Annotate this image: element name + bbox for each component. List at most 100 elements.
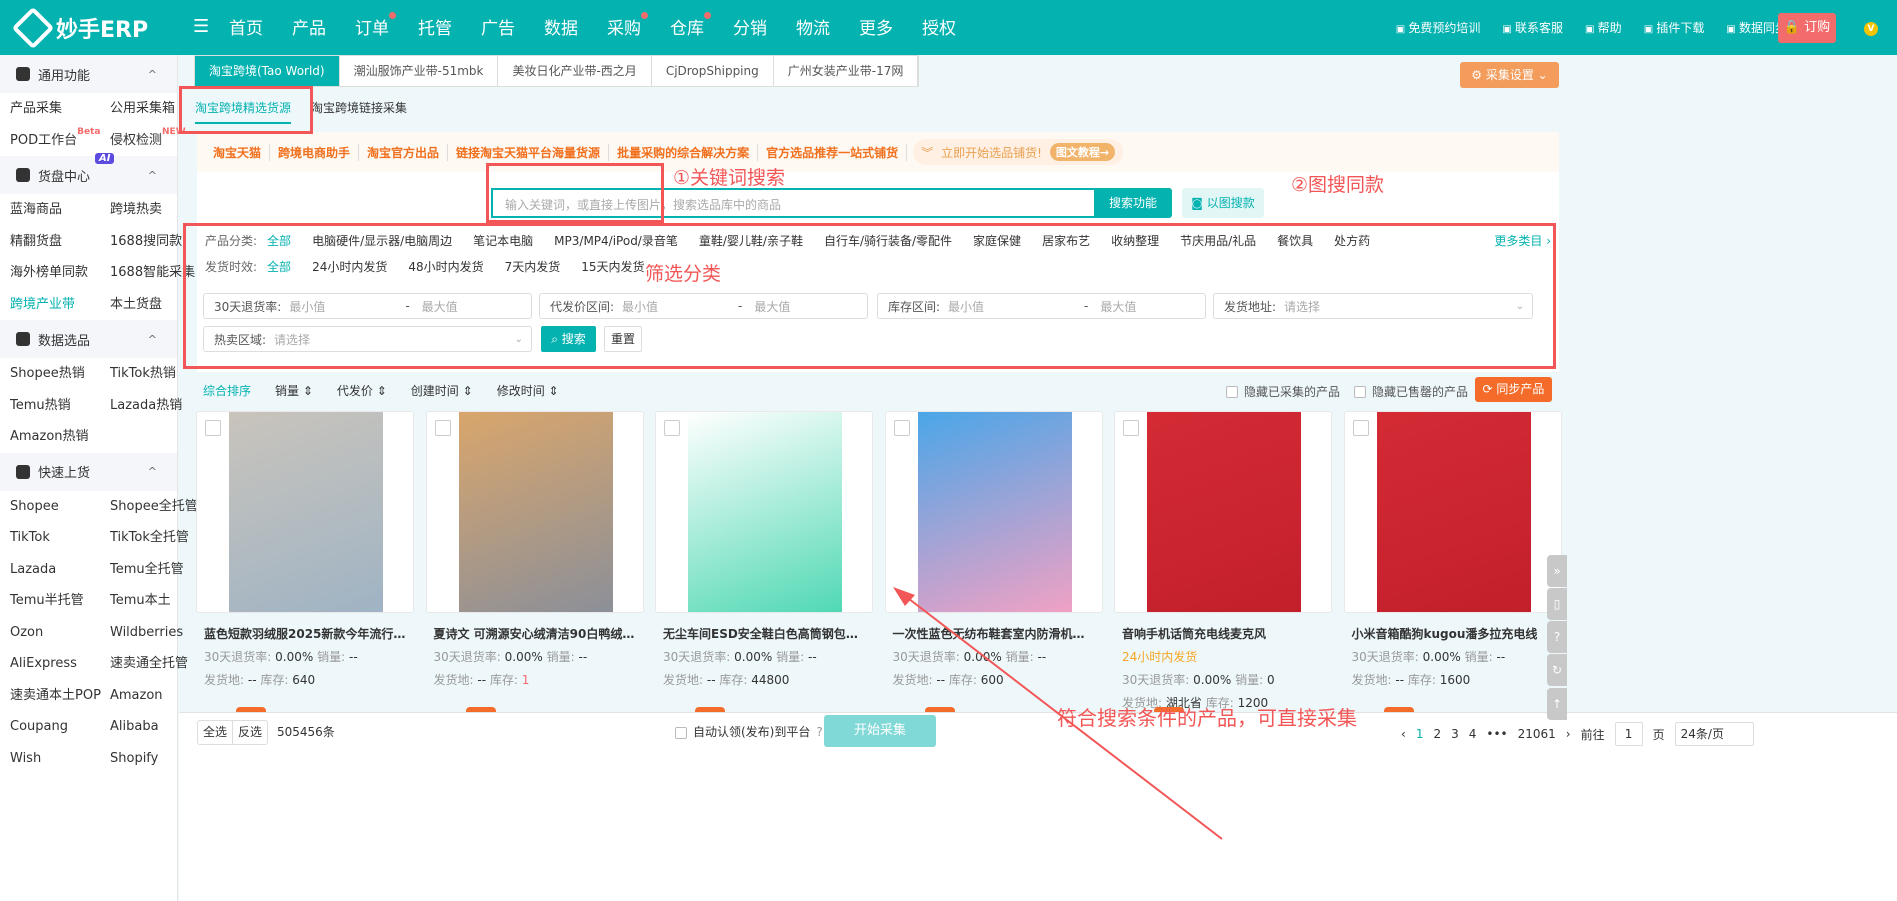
tutorial-button[interactable]: 图文教程→ <box>1049 143 1116 161</box>
page-link[interactable]: 2 <box>1433 727 1441 741</box>
sidebar-item[interactable]: Temu半托管 <box>10 585 110 617</box>
page-link[interactable]: 21061 <box>1518 727 1556 741</box>
collapse-icon[interactable]: » <box>1547 555 1567 587</box>
product-checkbox[interactable] <box>893 420 910 436</box>
nav-item[interactable]: 订单 <box>355 12 418 39</box>
tab[interactable]: 淘宝跨境(Tao World) <box>195 56 340 86</box>
product-title[interactable]: 蓝色短款羽绒服2025新款今年流行爆款... <box>196 625 414 642</box>
sidebar-item[interactable]: Temu全托管 <box>110 554 188 586</box>
page-link[interactable]: ••• <box>1486 727 1507 741</box>
product-checkbox[interactable] <box>1352 420 1369 436</box>
nav-item[interactable]: 广告 <box>481 14 544 39</box>
image-search-button[interactable]: ◙ 以图搜款 <box>1182 188 1264 218</box>
page-input[interactable]: 1 <box>1614 722 1643 746</box>
sidebar-item[interactable]: Shopify <box>110 743 188 775</box>
nav-item[interactable]: 授权 <box>922 14 985 39</box>
hide-soldout-checkbox[interactable]: 隐藏已售罄的产品 <box>1354 383 1468 400</box>
promo-cta[interactable]: ︾ 立即开始选品铺货! 图文教程→ <box>913 139 1124 165</box>
sidebar-item[interactable]: 跨境热卖 <box>110 194 188 226</box>
sidebar-item[interactable]: Amazon热销 <box>10 421 110 453</box>
invert-selection-button[interactable]: 反选 <box>233 721 267 744</box>
sidebar-item[interactable]: Shopee <box>10 491 110 523</box>
sort-option[interactable]: 综合排序 <box>203 382 251 399</box>
sidebar-item[interactable]: 速卖通本土POP <box>10 680 110 712</box>
sidebar-item[interactable]: Lazada <box>10 554 110 586</box>
refresh-icon[interactable]: ↻ <box>1547 654 1567 686</box>
product-card[interactable]: 小米音箱酷狗kugou潘多拉充电线 30天退货率: 0.00% 销量: -- 发货地… <box>1343 411 1562 715</box>
chevron-up-icon[interactable]: ^ <box>148 465 157 478</box>
sidebar-item[interactable]: Lazada热销 <box>110 390 188 422</box>
sidebar-item[interactable]: 1688智能采集 <box>110 257 195 289</box>
nav-item[interactable]: 产品 <box>292 14 355 39</box>
sidebar-item[interactable]: 速卖通全托管 <box>110 648 188 680</box>
product-title[interactable]: 音响手机话筒充电线麦克风 <box>1114 625 1332 642</box>
sync-products-button[interactable]: ⟳ 同步产品 <box>1475 377 1552 402</box>
sidebar-item[interactable]: 蓝海商品 <box>10 194 110 226</box>
product-image[interactable] <box>884 411 1103 613</box>
subscribe-button[interactable]: 🔒 订购 <box>1778 13 1836 43</box>
auto-claim-checkbox[interactable]: 自动认领(发布)到平台? <box>675 720 823 745</box>
nav-item[interactable]: 分销 <box>733 14 796 39</box>
chevron-up-icon[interactable]: ^ <box>148 169 157 182</box>
sidebar-item[interactable]: Shopee全托管 <box>110 491 198 523</box>
sidebar-item[interactable]: TikTok <box>10 522 110 554</box>
product-checkbox[interactable] <box>1123 420 1139 436</box>
sidebar-item[interactable]: Alibaba <box>110 711 188 743</box>
sidebar-item[interactable]: Wildberries <box>110 617 188 649</box>
header-link[interactable]: 免费预约培训 <box>1396 19 1480 36</box>
product-title[interactable]: 夏诗文 可溯源安心绒清洁90白鸭绒狐狸... <box>426 625 644 642</box>
sidebar-item[interactable]: 精翻货盘 <box>10 226 110 258</box>
product-card[interactable]: 一次性蓝色无纺布鞋套室内防滑机房成... 30天退货率: 0.00% 销量: --… <box>884 411 1103 715</box>
start-collect-button[interactable]: 开始采集 <box>824 715 936 747</box>
sidebar-item[interactable]: TikTok热销 <box>110 358 188 390</box>
page-link[interactable]: 3 <box>1451 727 1459 741</box>
product-card[interactable]: 夏诗文 可溯源安心绒清洁90白鸭绒狐狸... 30天退货率: 0.00% 销量: … <box>425 411 644 715</box>
product-title[interactable]: 无尘车间ESD安全鞋白色高筒钢包头防... <box>655 625 873 642</box>
sidebar-item[interactable]: POD工作台 Beta <box>10 125 110 157</box>
product-card[interactable]: 无尘车间ESD安全鞋白色高筒钢包头防... 30天退货率: 0.00% 销量: -… <box>655 411 873 715</box>
sidebar-item[interactable]: 海外榜单同款 <box>10 257 110 289</box>
sidebar-item[interactable]: 1688搜同款 <box>110 226 188 258</box>
sidebar-item[interactable]: TikTok全托管 <box>110 522 189 554</box>
back-to-top-icon[interactable]: ↑ <box>1547 688 1567 720</box>
sub-tab[interactable]: 淘宝跨境链接采集 <box>311 99 407 124</box>
avatar[interactable]: V <box>1864 22 1878 36</box>
nav-item[interactable]: 托管 <box>418 14 481 39</box>
logo[interactable]: 妙手ERP <box>11 6 148 50</box>
product-checkbox[interactable] <box>664 420 680 436</box>
header-link[interactable]: 联系客服 <box>1502 19 1563 36</box>
nav-item[interactable]: 数据 <box>544 14 607 39</box>
chevron-up-icon[interactable]: ^ <box>148 333 157 346</box>
product-card[interactable]: 蓝色短款羽绒服2025新款今年流行爆款... 30天退货率: 0.00% 销量: … <box>196 411 414 715</box>
product-card[interactable]: 音响手机话筒充电线麦克风 24小时内发货 30天退货率: 0.00% 销量: 0 发货… <box>1114 411 1332 715</box>
product-title[interactable]: 小米音箱酷狗kugou潘多拉充电线 <box>1344 625 1562 642</box>
sort-option[interactable]: 修改时间 ⇕ <box>497 382 559 399</box>
sidebar-item[interactable]: Temu热销 <box>10 390 110 422</box>
page-link[interactable]: 1 <box>1416 727 1424 741</box>
product-image[interactable] <box>196 411 414 613</box>
sidebar-section-header[interactable]: 货盘中心 AI ^ <box>0 153 177 194</box>
sort-option[interactable]: 销量 ⇕ <box>275 382 313 399</box>
search-button[interactable]: 搜索功能 <box>1094 188 1172 218</box>
page-link[interactable]: 4 <box>1469 727 1477 741</box>
product-checkbox[interactable] <box>205 420 221 436</box>
tab[interactable]: 潮汕服饰产业带-51mbk <box>340 56 499 86</box>
sidebar-item[interactable]: Wish <box>10 743 110 775</box>
sidebar-item[interactable]: 侵权检测 NEW <box>110 125 188 157</box>
help-doc-icon[interactable]: ? <box>1547 621 1567 653</box>
prev-page-icon[interactable]: ‹ <box>1401 727 1406 741</box>
sidebar-section-header[interactable]: 通用功能 ^ <box>0 55 177 93</box>
product-checkbox[interactable] <box>434 420 451 436</box>
sidebar-section-header[interactable]: 快速上货 ^ <box>0 452 177 491</box>
sidebar-item[interactable]: Shopee热销 <box>10 358 110 390</box>
sidebar-item[interactable]: Coupang <box>10 711 110 743</box>
header-link[interactable]: 帮助 <box>1585 19 1622 36</box>
hide-collected-checkbox[interactable]: 隐藏已采集的产品 <box>1226 383 1340 400</box>
next-page-icon[interactable]: › <box>1566 727 1571 741</box>
nav-item[interactable]: 更多 <box>859 14 922 39</box>
mobile-icon[interactable]: ▯ <box>1547 588 1567 620</box>
product-image[interactable] <box>655 411 873 613</box>
product-title[interactable]: 一次性蓝色无纺布鞋套室内防滑机房成... <box>885 625 1103 642</box>
nav-item[interactable]: 物流 <box>796 14 859 39</box>
tab[interactable]: 广州女装产业带-17网 <box>774 56 919 86</box>
